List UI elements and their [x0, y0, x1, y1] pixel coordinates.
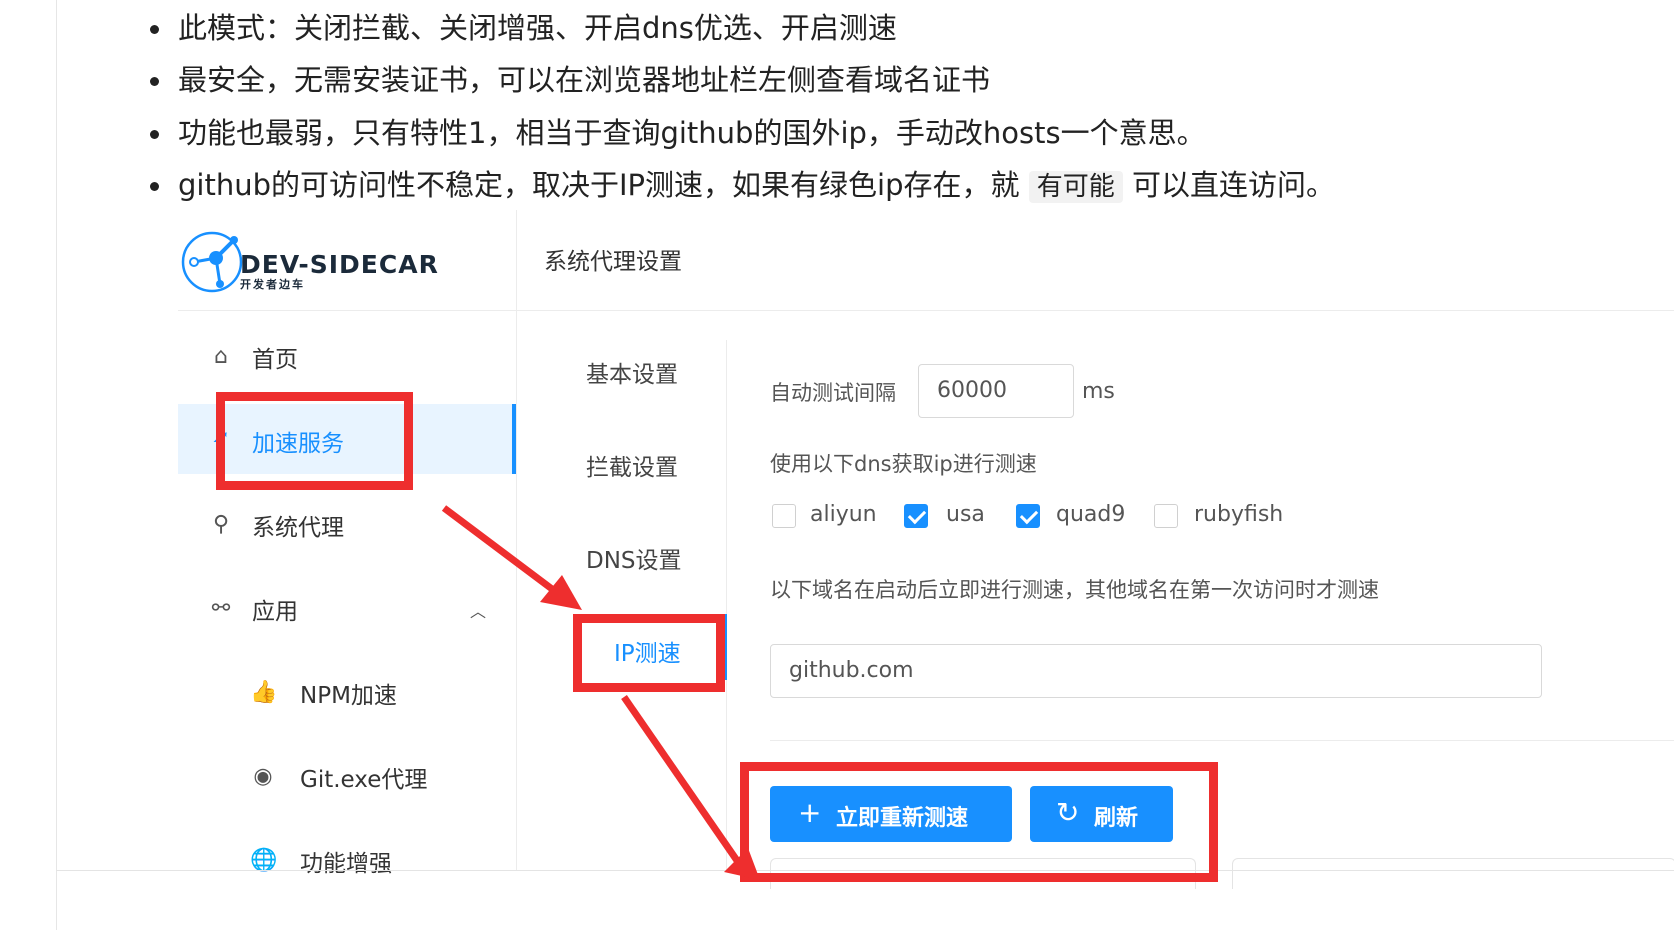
arrow-head: [540, 575, 582, 610]
annotation-arrows: [441, 505, 760, 880]
